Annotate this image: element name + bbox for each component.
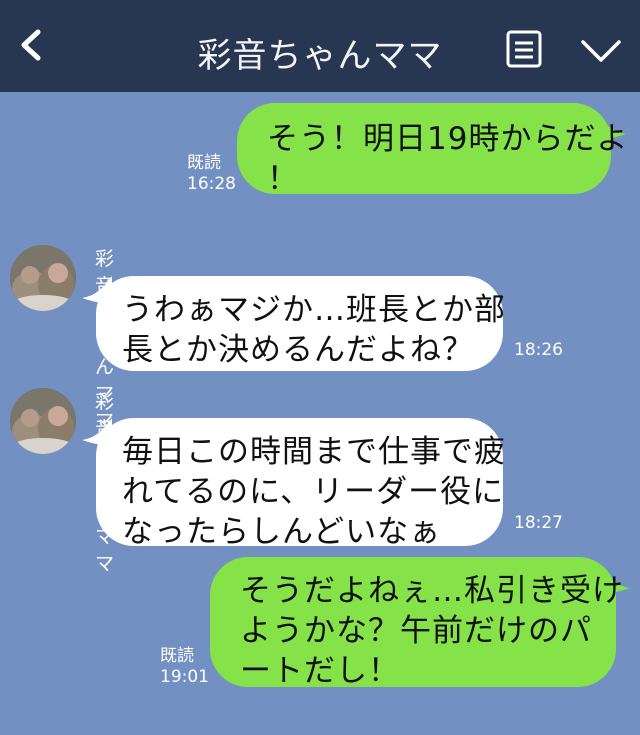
chevron-down-icon[interactable]: [580, 38, 622, 64]
message-time: 18:26: [514, 340, 563, 360]
message-bubble[interactable]: うわぁマジか…班長とか部 長とか決めるんだよね？: [96, 276, 505, 371]
read-status: 既読 19:01: [160, 646, 209, 687]
message-bubble[interactable]: そうだよねぇ…私引き受け ようかな？午前だけのパ ートだし！: [210, 557, 623, 689]
message-bubble[interactable]: そう！明日19時からだよ ！: [237, 103, 627, 197]
chat-title: 彩音ちゃんママ: [197, 36, 443, 76]
monkey-photo-icon: [10, 245, 76, 311]
menu-list-icon[interactable]: [505, 30, 543, 68]
avatar[interactable]: [10, 245, 76, 311]
message-time: 18:27: [514, 513, 563, 533]
chat-header: 彩音ちゃんママ: [0, 0, 640, 92]
monkey-photo-icon: [10, 388, 76, 454]
read-status: 既読 16:28: [187, 153, 236, 194]
avatar[interactable]: [10, 388, 76, 454]
message-bubble[interactable]: 毎日この時間まで仕事で疲 れてるのに、リーダー役に なったらしんどいなぁ: [96, 418, 505, 550]
